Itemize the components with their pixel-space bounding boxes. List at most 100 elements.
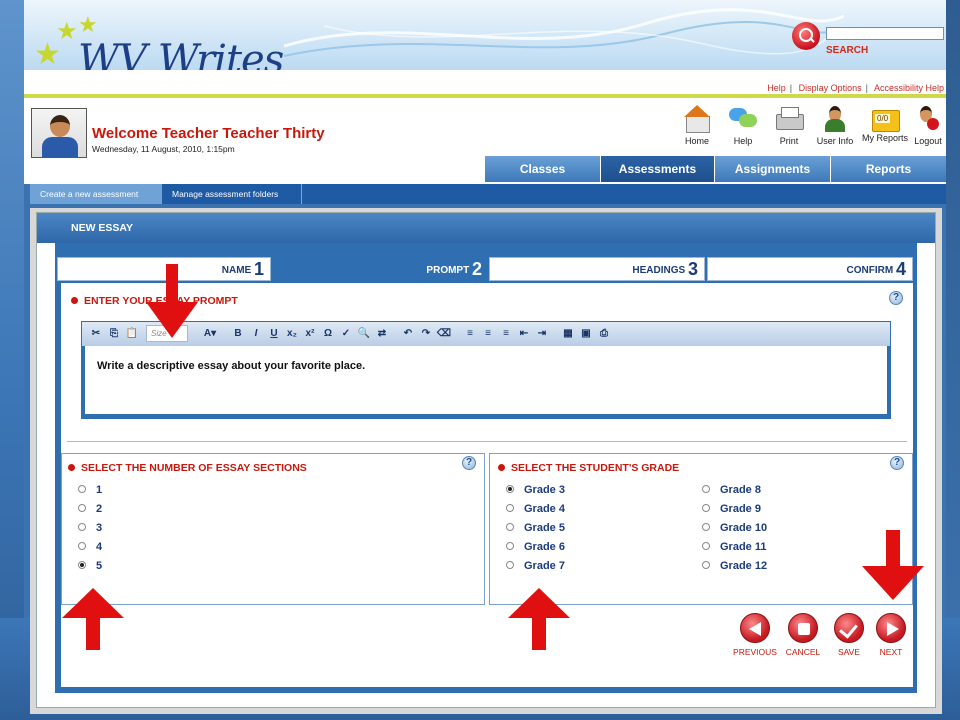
checkmark-icon bbox=[834, 613, 864, 643]
grade-option-11[interactable]: Grade 11 bbox=[702, 541, 766, 553]
annotation-down-arrow bbox=[862, 530, 924, 600]
grade-option-6[interactable]: Grade 6 bbox=[506, 541, 565, 553]
cancel-square-icon bbox=[788, 613, 818, 643]
reports-icon bbox=[870, 104, 900, 132]
home-button[interactable]: Home bbox=[674, 104, 720, 146]
font-color-icon[interactable]: A▾ bbox=[198, 326, 222, 342]
grade-option-12[interactable]: Grade 12 bbox=[702, 560, 767, 572]
paste-icon[interactable]: 📋 bbox=[124, 326, 140, 342]
grade-option-4[interactable]: Grade 4 bbox=[506, 503, 565, 515]
grade-option-7[interactable]: Grade 7 bbox=[506, 560, 565, 572]
superscript-icon[interactable]: x² bbox=[302, 326, 318, 342]
cut-icon[interactable]: ✂ bbox=[88, 326, 104, 342]
radio-button[interactable] bbox=[702, 542, 710, 550]
radio-button[interactable] bbox=[506, 523, 514, 531]
radio-button[interactable] bbox=[78, 523, 86, 531]
section-option-2[interactable]: 2 bbox=[78, 503, 102, 515]
search-label[interactable]: SEARCH bbox=[826, 45, 868, 56]
help-button[interactable]: Help bbox=[720, 104, 766, 146]
bold-icon[interactable]: B bbox=[230, 326, 246, 342]
user-info-button[interactable]: User Info bbox=[812, 104, 858, 146]
italic-icon[interactable]: I bbox=[248, 326, 264, 342]
step-confirm[interactable]: CONFIRM 4 bbox=[707, 257, 913, 281]
grade-option-5[interactable]: Grade 5 bbox=[506, 522, 565, 534]
radio-button[interactable] bbox=[506, 504, 514, 512]
save-button[interactable]: SAVE bbox=[829, 613, 869, 657]
search-icon[interactable] bbox=[792, 22, 820, 50]
bullet-icon bbox=[68, 464, 75, 471]
help-question-icon[interactable]: ? bbox=[889, 291, 903, 305]
chat-help-icon bbox=[728, 104, 758, 132]
subnav-manage-folders[interactable]: Manage assessment folders bbox=[162, 184, 302, 204]
grade-option-10[interactable]: Grade 10 bbox=[702, 522, 767, 534]
print-editor-icon[interactable]: ⎙ bbox=[596, 326, 612, 342]
sections-label: SELECT THE NUMBER OF ESSAY SECTIONS bbox=[68, 462, 307, 474]
tab-assessments[interactable]: Assessments bbox=[600, 156, 714, 182]
prompt-textarea[interactable]: Write a descriptive essay about your fav… bbox=[85, 346, 887, 414]
section-option-4[interactable]: 4 bbox=[78, 541, 102, 553]
wizard-content: ENTER YOUR ESSAY PROMPT ? ✂ ⎘ 📋 Size A▾ … bbox=[61, 283, 913, 687]
special-char-icon[interactable]: Ω bbox=[320, 326, 336, 342]
display-options-link[interactable]: Display Options bbox=[799, 83, 862, 93]
editor-toolbar: ✂ ⎘ 📋 Size A▾ B I U x₂ x² Ω ✓ 🔍 ⇄ ↶ ↷ ⌫ … bbox=[82, 322, 890, 346]
radio-button[interactable] bbox=[702, 504, 710, 512]
main-tabs: Classes Assessments Assignments Reports bbox=[0, 156, 960, 182]
logo-text: WV Writes bbox=[78, 37, 284, 70]
home-icon bbox=[682, 104, 712, 133]
radio-button[interactable] bbox=[78, 485, 86, 493]
step-prompt[interactable]: PROMPT 2 bbox=[271, 257, 489, 283]
find-icon[interactable]: 🔍 bbox=[356, 326, 372, 342]
grade-option-8[interactable]: Grade 8 bbox=[702, 484, 761, 496]
copy-icon[interactable]: ⎘ bbox=[106, 326, 122, 342]
undo-icon[interactable]: ↶ bbox=[400, 326, 416, 342]
section-option-1[interactable]: 1 bbox=[78, 484, 102, 496]
section-option-3[interactable]: 3 bbox=[78, 522, 102, 534]
radio-button[interactable] bbox=[702, 561, 710, 569]
redo-icon[interactable]: ↷ bbox=[418, 326, 434, 342]
banner: ★ ★ ★ WV Writes SEARCH bbox=[24, 0, 946, 70]
eraser-icon[interactable]: ⌫ bbox=[436, 326, 452, 342]
radio-button-selected[interactable] bbox=[78, 561, 86, 569]
radio-button[interactable] bbox=[506, 542, 514, 550]
underline-icon[interactable]: U bbox=[266, 326, 282, 342]
cancel-button[interactable]: CANCEL bbox=[781, 613, 825, 657]
subscript-icon[interactable]: x₂ bbox=[284, 326, 300, 342]
previous-button[interactable]: PREVIOUS bbox=[725, 613, 785, 657]
my-reports-button[interactable]: My Reports bbox=[858, 104, 912, 146]
tab-assignments[interactable]: Assignments bbox=[714, 156, 830, 182]
help-link[interactable]: Help bbox=[767, 83, 786, 93]
subnav-create-assessment[interactable]: Create a new assessment bbox=[30, 184, 162, 204]
tab-reports[interactable]: Reports bbox=[830, 156, 946, 182]
align-center-icon[interactable]: ≡ bbox=[480, 326, 496, 342]
bullet-icon bbox=[498, 464, 505, 471]
radio-button[interactable] bbox=[506, 561, 514, 569]
replace-icon[interactable]: ⇄ bbox=[374, 326, 390, 342]
grade-option-3[interactable]: Grade 3 bbox=[506, 484, 565, 496]
radio-button[interactable] bbox=[702, 523, 710, 531]
image-icon[interactable]: ▣ bbox=[578, 326, 594, 342]
grade-option-9[interactable]: Grade 9 bbox=[702, 503, 761, 515]
help-question-icon[interactable]: ? bbox=[462, 456, 476, 470]
print-button[interactable]: Print bbox=[766, 104, 812, 146]
radio-button[interactable] bbox=[702, 485, 710, 493]
outdent-icon[interactable]: ⇤ bbox=[516, 326, 532, 342]
help-question-icon[interactable]: ? bbox=[890, 456, 904, 470]
table-icon[interactable]: ▦ bbox=[560, 326, 576, 342]
radio-button[interactable] bbox=[78, 542, 86, 550]
search-input[interactable] bbox=[826, 27, 944, 40]
align-left-icon[interactable]: ≡ bbox=[462, 326, 478, 342]
user-icon bbox=[820, 104, 850, 132]
spellcheck-icon[interactable]: ✓ bbox=[338, 326, 354, 342]
radio-button-selected[interactable] bbox=[506, 485, 514, 493]
next-button[interactable]: NEXT bbox=[871, 613, 911, 657]
wvwrites-logo[interactable]: ★ ★ ★ WV Writes bbox=[30, 14, 290, 71]
logout-button[interactable]: Logout bbox=[908, 104, 948, 146]
banner-swirl-decoration bbox=[284, 8, 844, 57]
radio-button[interactable] bbox=[78, 504, 86, 512]
align-right-icon[interactable]: ≡ bbox=[498, 326, 514, 342]
tab-classes[interactable]: Classes bbox=[484, 156, 600, 182]
accessibility-help-link[interactable]: Accessibility Help bbox=[874, 83, 944, 93]
indent-icon[interactable]: ⇥ bbox=[534, 326, 550, 342]
section-option-5[interactable]: 5 bbox=[78, 560, 102, 572]
step-headings[interactable]: HEADINGS 3 bbox=[489, 257, 705, 281]
